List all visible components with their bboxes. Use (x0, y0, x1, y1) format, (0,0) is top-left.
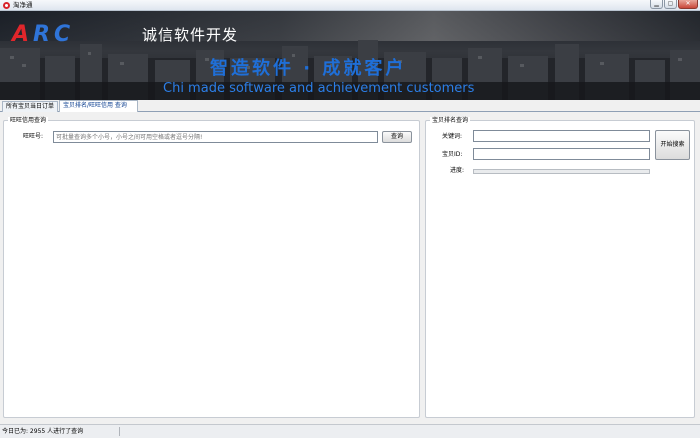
app-icon (3, 2, 10, 9)
banner-sky (0, 11, 700, 41)
progress-label: 进度: (450, 167, 465, 174)
wangwang-id-label: 旺旺号: (23, 133, 44, 140)
ranking-group-title: 宝贝排名查询 (430, 117, 471, 124)
tab-daily-orders[interactable]: 所有宝贝当日订单 (2, 101, 58, 112)
keyword-label: 关键词: (442, 133, 463, 140)
title-bar: 淘净通 ▁ ▢ ✕ (0, 0, 700, 11)
arc-logo: ARC (12, 24, 74, 46)
logo-letters-rc: RC (33, 22, 75, 47)
item-id-label: 宝贝ID: (442, 151, 463, 158)
wangwang-credit-group: 旺旺信用查询 旺旺号: 查询 (3, 117, 420, 418)
close-button[interactable]: ✕ (678, 0, 698, 9)
logo-letter-a: A (12, 22, 34, 47)
wangwang-id-input[interactable] (53, 131, 378, 143)
window-title: 淘净通 (13, 1, 33, 9)
status-bar: 今日已为: 2955 人进行了查询 (0, 424, 700, 438)
keyword-input[interactable] (473, 130, 650, 142)
tab-ranking-credit[interactable]: 宝贝排名/旺旺信用 查询 (59, 100, 138, 112)
wangwang-group-title: 旺旺信用查询 (8, 117, 49, 124)
slogan-english: Chi made software and achievement custom… (163, 81, 475, 96)
query-count-status: 今日已为: 2955 人进行了查询 (2, 428, 84, 435)
query-button[interactable]: 查询 (382, 131, 412, 143)
logo-subtitle: 诚信软件开发 (142, 26, 239, 44)
window-controls: ▁ ▢ ✕ (650, 0, 698, 10)
item-id-input[interactable] (473, 148, 650, 160)
start-search-button[interactable]: 开始搜索 (655, 130, 690, 160)
item-ranking-group: 宝贝排名查询 关键词: 宝贝ID: 开始搜索 进度: (425, 117, 695, 418)
tab-strip: 所有宝贝当日订单 宝贝排名/旺旺信用 查询 (0, 100, 700, 112)
header-banner: ARC 诚信软件开发 智造软件 · 成就客户 Chi made software… (0, 11, 700, 100)
minimize-button[interactable]: ▁ (650, 0, 663, 9)
maximize-button[interactable]: ▢ (664, 0, 677, 9)
status-separator (119, 427, 120, 436)
search-progress-bar (473, 169, 650, 174)
slogan-chinese: 智造软件 · 成就客户 (210, 58, 407, 79)
